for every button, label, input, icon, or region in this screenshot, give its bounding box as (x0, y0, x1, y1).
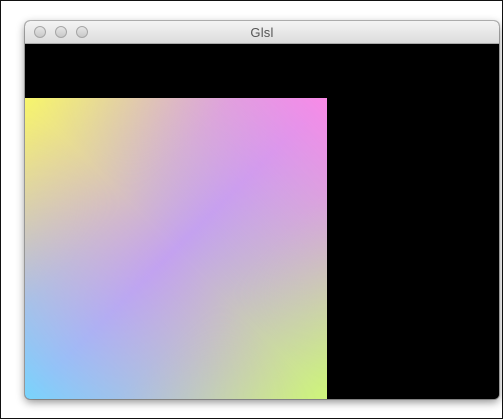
gradient-quad (25, 98, 327, 399)
gl-canvas[interactable] (25, 44, 499, 399)
app-window: Glsl (25, 21, 499, 399)
page: Glsl (0, 0, 503, 419)
window-title: Glsl (250, 25, 274, 40)
title-bar[interactable]: Glsl (25, 21, 499, 44)
quad-cross-gradient (25, 98, 327, 399)
